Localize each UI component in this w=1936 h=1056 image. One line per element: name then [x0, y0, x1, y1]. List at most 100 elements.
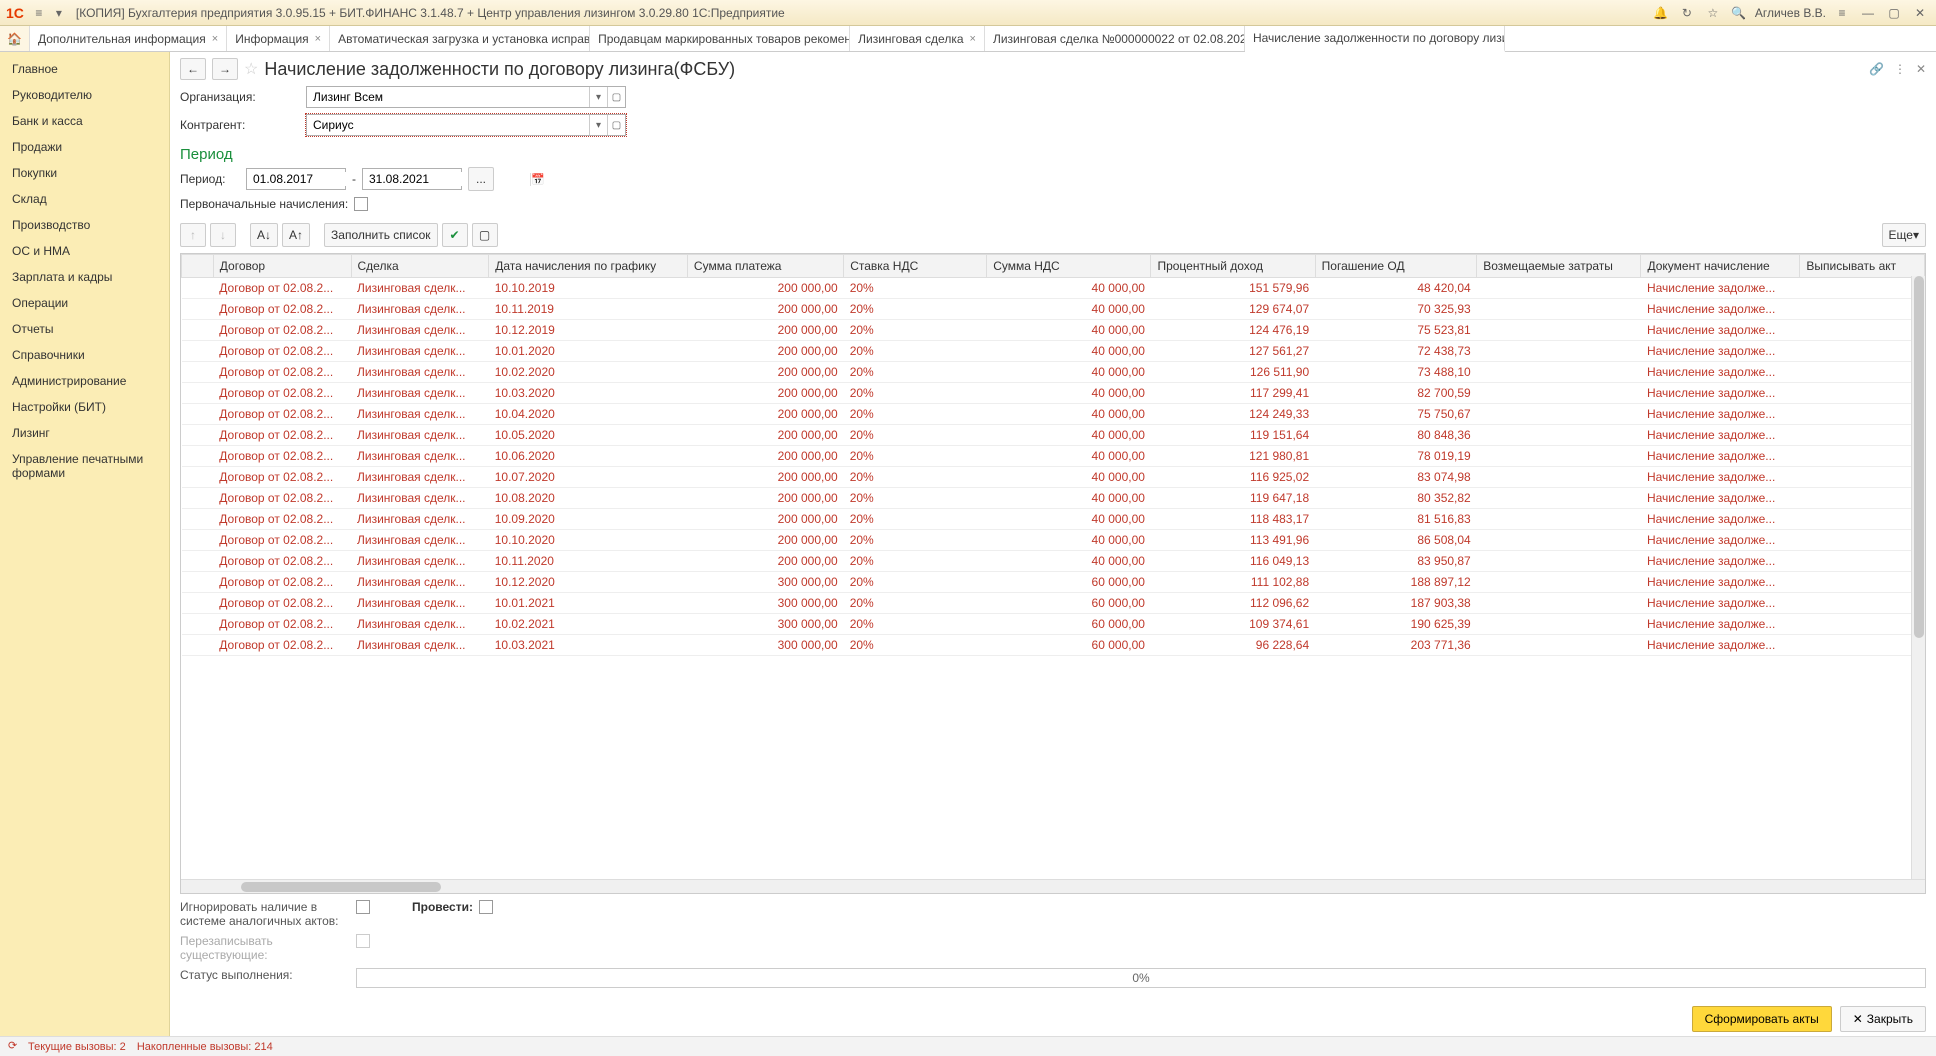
- table-row[interactable]: Договор от 02.08.2...Лизинговая сделк...…: [182, 530, 1925, 551]
- sidebar-item-15[interactable]: Управление печатными формами: [0, 446, 169, 486]
- tab-2[interactable]: Автоматическая загрузка и установка испр…: [330, 26, 590, 51]
- counterparty-combo[interactable]: ▾ ▢: [306, 114, 626, 136]
- sidebar-item-4[interactable]: Покупки: [0, 160, 169, 186]
- close-window-icon[interactable]: ✕: [1910, 4, 1930, 22]
- table-row[interactable]: Договор от 02.08.2...Лизинговая сделк...…: [182, 383, 1925, 404]
- link-icon[interactable]: 🔗: [1869, 62, 1884, 76]
- fill-list-button[interactable]: Заполнить список: [324, 223, 438, 247]
- table-row[interactable]: Договор от 02.08.2...Лизинговая сделк...…: [182, 320, 1925, 341]
- sidebar-item-0[interactable]: Главное: [0, 56, 169, 82]
- sidebar-item-13[interactable]: Настройки (БИТ): [0, 394, 169, 420]
- sidebar-item-12[interactable]: Администрирование: [0, 368, 169, 394]
- menu-icon[interactable]: ≡: [30, 4, 48, 22]
- close-page-icon[interactable]: ✕: [1916, 62, 1926, 76]
- more-menu-icon[interactable]: ⋮: [1894, 62, 1906, 76]
- sidebar-item-8[interactable]: Зарплата и кадры: [0, 264, 169, 290]
- table-row[interactable]: Договор от 02.08.2...Лизинговая сделк...…: [182, 446, 1925, 467]
- favorite-icon[interactable]: ☆: [244, 59, 258, 79]
- column-header[interactable]: Выписывать акт: [1800, 255, 1925, 278]
- column-header[interactable]: Погашение ОД: [1315, 255, 1477, 278]
- move-down-button[interactable]: ↓: [210, 223, 236, 247]
- sidebar-item-6[interactable]: Производство: [0, 212, 169, 238]
- vertical-scrollbar[interactable]: [1911, 276, 1925, 879]
- user-name[interactable]: Агличев В.В.: [1755, 6, 1826, 20]
- organization-input[interactable]: [307, 87, 589, 107]
- column-header[interactable]: Документ начисление: [1641, 255, 1800, 278]
- tab-0[interactable]: Дополнительная информация×: [30, 26, 227, 51]
- search-icon[interactable]: 🔍: [1729, 4, 1749, 22]
- dropdown-icon[interactable]: ▾: [589, 87, 607, 107]
- history-icon[interactable]: ↻: [1677, 4, 1697, 22]
- column-header[interactable]: Сумма НДС: [987, 255, 1151, 278]
- sort-desc-button[interactable]: A↑: [282, 223, 310, 247]
- post-checkbox[interactable]: [479, 900, 493, 914]
- horizontal-scrollbar[interactable]: [181, 879, 1925, 893]
- date-to-input[interactable]: 📅: [362, 168, 462, 190]
- table-row[interactable]: Договор от 02.08.2...Лизинговая сделк...…: [182, 362, 1925, 383]
- tab-5[interactable]: Лизинговая сделка №000000022 от 02.08.20…: [985, 26, 1245, 51]
- open-dialog-icon[interactable]: ▢: [607, 115, 625, 135]
- table-row[interactable]: Договор от 02.08.2...Лизинговая сделк...…: [182, 467, 1925, 488]
- counterparty-input[interactable]: [307, 115, 589, 135]
- column-header[interactable]: Сумма платежа: [687, 255, 843, 278]
- close-button[interactable]: ✕Закрыть: [1840, 1006, 1926, 1032]
- star-icon[interactable]: ☆: [1703, 4, 1723, 22]
- user-menu-icon[interactable]: ≡: [1832, 4, 1852, 22]
- more-button[interactable]: Еще ▾: [1882, 223, 1926, 247]
- sidebar-item-9[interactable]: Операции: [0, 290, 169, 316]
- table-row[interactable]: Договор от 02.08.2...Лизинговая сделк...…: [182, 635, 1925, 656]
- column-header[interactable]: Сделка: [351, 255, 489, 278]
- check-all-button[interactable]: ✔: [442, 223, 468, 247]
- nav-forward-button[interactable]: →: [212, 58, 238, 80]
- table-row[interactable]: Договор от 02.08.2...Лизинговая сделк...…: [182, 404, 1925, 425]
- table-row[interactable]: Договор от 02.08.2...Лизинговая сделк...…: [182, 488, 1925, 509]
- tab-close-icon[interactable]: ×: [970, 33, 976, 45]
- sidebar-item-10[interactable]: Отчеты: [0, 316, 169, 342]
- open-dialog-icon[interactable]: ▢: [607, 87, 625, 107]
- sidebar-item-3[interactable]: Продажи: [0, 134, 169, 160]
- sidebar-item-7[interactable]: ОС и НМА: [0, 238, 169, 264]
- table-row[interactable]: Договор от 02.08.2...Лизинговая сделк...…: [182, 341, 1925, 362]
- column-header[interactable]: Дата начисления по графику: [489, 255, 688, 278]
- move-up-button[interactable]: ↑: [180, 223, 206, 247]
- minimize-icon[interactable]: —: [1858, 4, 1878, 22]
- calendar-icon[interactable]: 📅: [530, 173, 545, 186]
- initial-accruals-checkbox[interactable]: [354, 197, 368, 211]
- table-row[interactable]: Договор от 02.08.2...Лизинговая сделк...…: [182, 593, 1925, 614]
- uncheck-all-button[interactable]: ▢: [472, 223, 498, 247]
- tab-3[interactable]: Продавцам маркированных товаров рекоменд…: [590, 26, 850, 51]
- sidebar-item-5[interactable]: Склад: [0, 186, 169, 212]
- table-row[interactable]: Договор от 02.08.2...Лизинговая сделк...…: [182, 572, 1925, 593]
- sort-asc-button[interactable]: A↓: [250, 223, 278, 247]
- tab-close-icon[interactable]: ×: [212, 33, 218, 45]
- tab-4[interactable]: Лизинговая сделка×: [850, 26, 985, 51]
- sidebar-item-14[interactable]: Лизинг: [0, 420, 169, 446]
- tab-6[interactable]: Начисление задолженности по договору лиз…: [1245, 26, 1505, 52]
- table-row[interactable]: Договор от 02.08.2...Лизинговая сделк...…: [182, 299, 1925, 320]
- maximize-icon[interactable]: ▢: [1884, 4, 1904, 22]
- bell-icon[interactable]: 🔔: [1651, 4, 1671, 22]
- date-from-input[interactable]: 📅: [246, 168, 346, 190]
- dropdown-icon[interactable]: ▾: [589, 115, 607, 135]
- nav-back-button[interactable]: ←: [180, 58, 206, 80]
- column-header[interactable]: Ставка НДС: [844, 255, 987, 278]
- sidebar-item-2[interactable]: Банк и касса: [0, 108, 169, 134]
- home-tab[interactable]: 🏠: [0, 26, 30, 51]
- sidebar-item-11[interactable]: Справочники: [0, 342, 169, 368]
- sidebar-item-1[interactable]: Руководителю: [0, 82, 169, 108]
- table-row[interactable]: Договор от 02.08.2...Лизинговая сделк...…: [182, 425, 1925, 446]
- table-row[interactable]: Договор от 02.08.2...Лизинговая сделк...…: [182, 278, 1925, 299]
- ignore-checkbox[interactable]: [356, 900, 370, 914]
- column-header[interactable]: Договор: [213, 255, 351, 278]
- form-acts-button[interactable]: Сформировать акты: [1692, 1006, 1832, 1032]
- table-row[interactable]: Договор от 02.08.2...Лизинговая сделк...…: [182, 551, 1925, 572]
- column-header[interactable]: Возмещаемые затраты: [1477, 255, 1641, 278]
- dropdown-icon[interactable]: ▾: [50, 4, 68, 22]
- organization-combo[interactable]: ▾ ▢: [306, 86, 626, 108]
- tab-1[interactable]: Информация×: [227, 26, 330, 51]
- column-header[interactable]: Процентный доход: [1151, 255, 1315, 278]
- period-picker-button[interactable]: ...: [468, 167, 494, 191]
- table-row[interactable]: Договор от 02.08.2...Лизинговая сделк...…: [182, 509, 1925, 530]
- table-row[interactable]: Договор от 02.08.2...Лизинговая сделк...…: [182, 614, 1925, 635]
- tab-close-icon[interactable]: ×: [315, 33, 321, 45]
